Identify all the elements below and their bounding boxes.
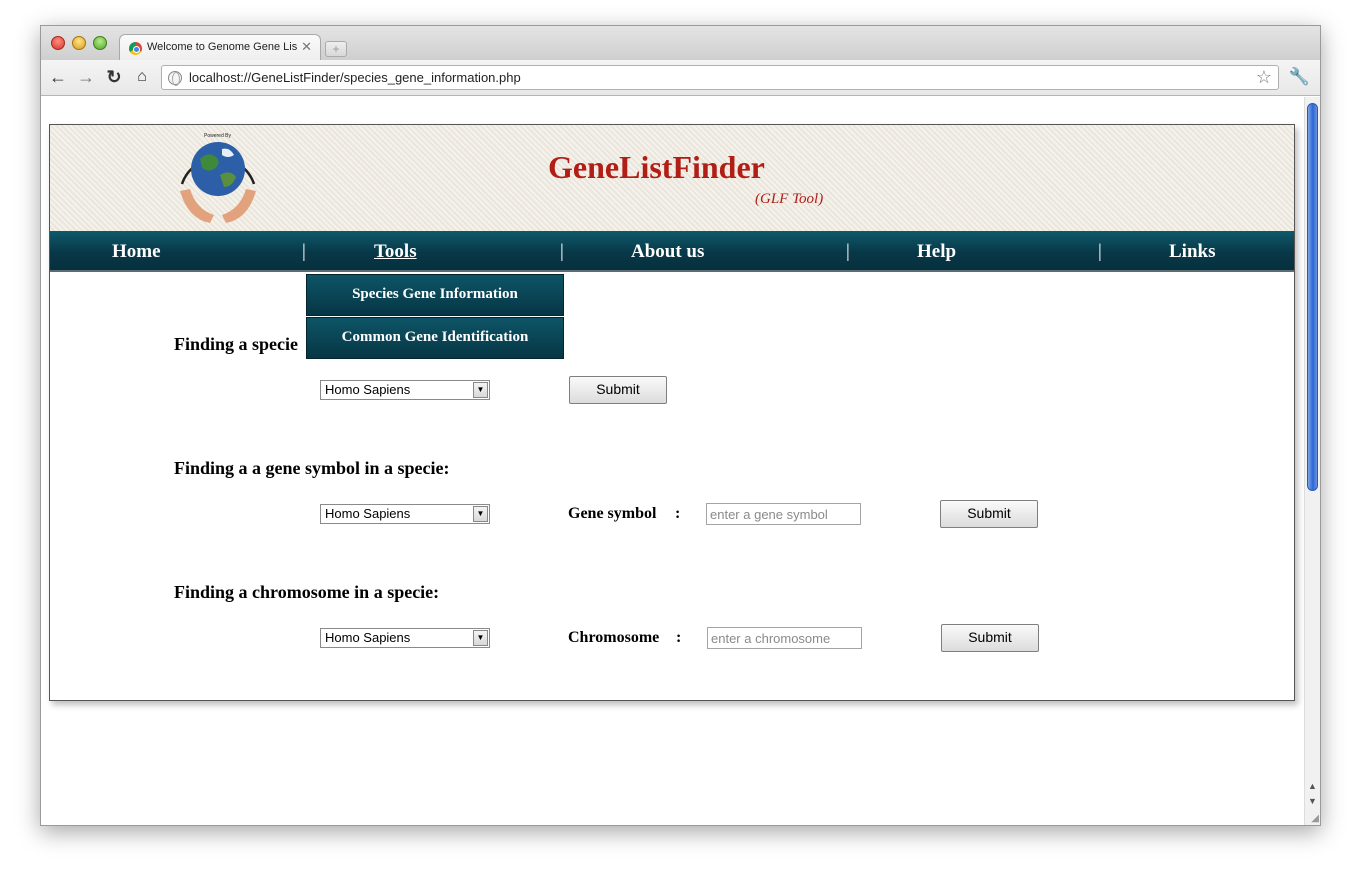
main-navbar: Home | Tools | About us | Help | Links bbox=[50, 231, 1294, 272]
species-section-heading: Finding a specie bbox=[174, 334, 299, 354]
nav-separator: | bbox=[560, 241, 564, 262]
tab-title: Welcome to Genome Gene List Fi bbox=[147, 41, 297, 53]
browser-tab[interactable]: Welcome to Genome Gene List Fi ✕ bbox=[119, 34, 321, 61]
nav-separator: | bbox=[1098, 241, 1102, 262]
back-arrow-icon[interactable]: ← bbox=[48, 67, 68, 88]
scroll-down-arrow-icon[interactable]: ▼ bbox=[1308, 796, 1317, 806]
reload-icon[interactable]: ↻ bbox=[104, 67, 124, 88]
tab-strip: Welcome to Genome Gene List Fi ✕ + bbox=[41, 26, 1320, 61]
chromosome-label: Chromosome bbox=[568, 629, 660, 646]
tab-close-icon[interactable]: ✕ bbox=[301, 39, 312, 55]
chromosome-colon: : bbox=[676, 629, 682, 646]
nav-tools[interactable]: Tools bbox=[374, 241, 417, 263]
gene-symbol-label: Gene symbol bbox=[568, 505, 657, 522]
nav-home[interactable]: Home bbox=[112, 241, 161, 263]
site-header: Powered By GeneListFinder (GLF Tool) bbox=[50, 125, 1294, 231]
url-text[interactable]: localhost://GeneListFinder/species_gene_… bbox=[189, 70, 521, 85]
window-maximize-button[interactable] bbox=[93, 36, 107, 50]
chromosome-species-select-value: Homo Sapiens bbox=[325, 630, 411, 645]
gene-symbol-input[interactable] bbox=[706, 503, 861, 525]
chrome-favicon-icon bbox=[129, 42, 142, 55]
scrollbar-thumb[interactable] bbox=[1307, 103, 1318, 491]
gene-species-select-value: Homo Sapiens bbox=[325, 506, 411, 521]
window-minimize-button[interactable] bbox=[72, 36, 86, 50]
nav-links[interactable]: Links bbox=[1169, 241, 1215, 263]
species-submit-button[interactable]: Submit bbox=[569, 376, 667, 404]
dropdown-arrow-icon[interactable]: ▼ bbox=[473, 630, 488, 646]
species-select-value: Homo Sapiens bbox=[325, 382, 411, 397]
dropdown-arrow-icon[interactable]: ▼ bbox=[473, 506, 488, 522]
site-title: GeneListFinder bbox=[548, 149, 765, 185]
nav-separator: | bbox=[846, 241, 850, 262]
chromosome-species-select[interactable]: Homo Sapiens ▼ bbox=[320, 628, 490, 648]
browser-window: Welcome to Genome Gene List Fi ✕ + ← → ↻… bbox=[40, 25, 1321, 826]
nav-help[interactable]: Help bbox=[917, 241, 956, 263]
page-container: Powered By GeneListFinder (GLF Tool) Hom… bbox=[49, 124, 1295, 701]
dropdown-arrow-icon[interactable]: ▼ bbox=[473, 382, 488, 398]
bookmark-star-icon[interactable]: ☆ bbox=[1256, 67, 1272, 88]
nav-separator: | bbox=[302, 241, 306, 262]
gene-symbol-colon: : bbox=[675, 505, 681, 522]
forward-arrow-icon[interactable]: → bbox=[76, 67, 96, 88]
wrench-icon[interactable]: 🔧 bbox=[1289, 67, 1310, 87]
window-close-button[interactable] bbox=[51, 36, 65, 50]
scroll-up-arrow-icon[interactable]: ▲ bbox=[1308, 781, 1317, 791]
chromosome-input[interactable] bbox=[707, 627, 862, 649]
globe-icon bbox=[168, 71, 182, 86]
menu-item-common-gene-identification[interactable]: Common Gene Identification bbox=[306, 317, 564, 359]
address-bar[interactable]: localhost://GeneListFinder/species_gene_… bbox=[161, 65, 1279, 90]
globe-in-hands-logo: Powered By bbox=[180, 133, 256, 223]
logo-text: Powered By bbox=[204, 133, 231, 139]
menu-item-species-gene-information[interactable]: Species Gene Information bbox=[306, 274, 564, 316]
tools-dropdown-menu: Species Gene Information Common Gene Ide… bbox=[306, 274, 564, 360]
chromosome-section-heading: Finding a chromosome in a specie: bbox=[174, 582, 440, 602]
chromosome-submit-button[interactable]: Submit bbox=[941, 624, 1039, 652]
resize-grip-icon[interactable]: ◢ bbox=[1311, 813, 1319, 824]
nav-about-us[interactable]: About us bbox=[631, 241, 704, 263]
vertical-scrollbar[interactable]: ▲ ▼ bbox=[1304, 97, 1320, 825]
browser-toolbar: ← → ↻ ⌂ localhost://GeneListFinder/speci… bbox=[41, 60, 1320, 96]
new-tab-button[interactable]: + bbox=[325, 41, 347, 57]
gene-section-heading: Finding a a gene symbol in a specie: bbox=[174, 458, 450, 478]
page-viewport: Powered By GeneListFinder (GLF Tool) Hom… bbox=[41, 97, 1306, 825]
gene-submit-button[interactable]: Submit bbox=[940, 500, 1038, 528]
home-icon[interactable]: ⌂ bbox=[132, 68, 152, 86]
species-select[interactable]: Homo Sapiens ▼ bbox=[320, 380, 490, 400]
site-subtitle: (GLF Tool) bbox=[755, 191, 824, 207]
gene-species-select[interactable]: Homo Sapiens ▼ bbox=[320, 504, 490, 524]
